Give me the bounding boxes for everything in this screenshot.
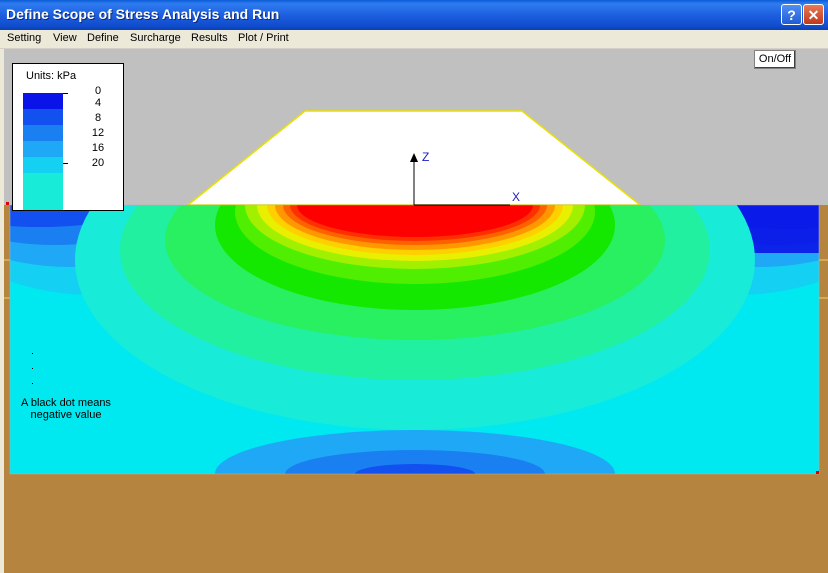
legend-label-4: 16	[91, 142, 105, 154]
legend-label-1: 4	[94, 97, 102, 109]
legend-label-2: 8	[94, 112, 102, 124]
legend-label-5: 20	[91, 157, 105, 169]
negative-value-note: A black dot means negative value	[21, 397, 111, 421]
stress-contour-plot: Z X	[4, 110, 828, 573]
x-axis-label: X	[512, 190, 520, 204]
dot-3	[32, 383, 33, 384]
on-off-button[interactable]: On/Off	[754, 50, 796, 69]
dot-2	[32, 368, 33, 369]
legend-swatch-5	[23, 173, 63, 210]
stress-legend: Units: kPa 0 4 8 12 16 20	[12, 63, 124, 211]
legend-tick-5	[63, 163, 68, 164]
legend-swatch-3	[23, 141, 63, 157]
corner-marker-right	[816, 471, 819, 474]
legend-units: Units: kPa	[26, 70, 77, 82]
stress-analysis-window: Define Scope of Stress Analysis and Run …	[0, 0, 828, 573]
legend-swatch-0	[23, 93, 63, 109]
legend-swatch-4	[23, 157, 63, 173]
legend-label-3: 12	[91, 127, 105, 139]
legend-swatch-1	[23, 109, 63, 125]
dot-1	[32, 353, 33, 354]
legend-tick-0	[63, 93, 68, 94]
z-axis-label: Z	[422, 150, 429, 164]
legend-label-0: 0	[94, 85, 102, 97]
legend-swatch-2	[23, 125, 63, 141]
corner-marker-left	[6, 202, 9, 205]
